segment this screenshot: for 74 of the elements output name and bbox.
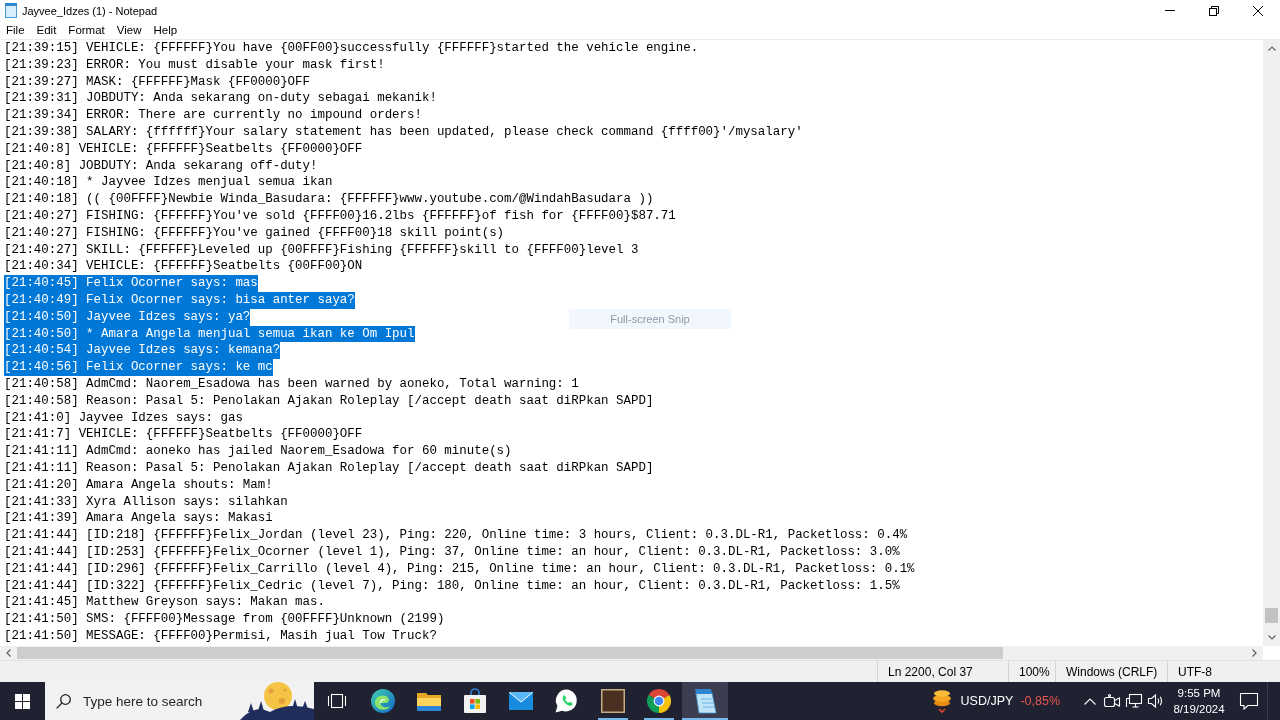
log-line: [21:39:15] VEHICLE: {FFFFFF}You have {00FF00}successfully {FFFFFF}started the vehicle engine. <box>4 40 699 57</box>
log-line: [21:41:0] Jayvee Idzes says: gas <box>4 409 243 427</box>
log-line: [21:41:20] Amara Angela shouts: Mam! <box>4 476 273 494</box>
log-line: [21:40:58] AdmCmd: Naorem_Esadowa has been warned by aoneko, Total warning: 1 <box>4 375 579 393</box>
menu-item[interactable]: Help <box>147 21 184 39</box>
menu-item[interactable]: Edit <box>30 21 63 39</box>
restore-icon[interactable] <box>1209 5 1219 16</box>
log-line: [21:40:27] FISHING: {FFFFFF}You've sold {FFFF00}16.2lbs {FFFFFF}of fish for {FFFF00}$87.71 <box>4 207 676 225</box>
chevron-down-icon[interactable] <box>1267 635 1276 640</box>
chevron-right-icon[interactable] <box>1252 649 1257 657</box>
zoom-level: 100% <box>1019 664 1050 679</box>
clock-time: 9:55 PM <box>1177 686 1221 700</box>
search-bar[interactable]: Type here to search <box>45 682 314 720</box>
price-change: -0,85% <box>1020 694 1060 708</box>
log-line: [21:41:39] Amara Angela says: Makasi <box>4 510 273 528</box>
swirl-icon[interactable] <box>371 689 395 713</box>
camera-icon[interactable] <box>1104 694 1120 708</box>
notepad-icon[interactable] <box>694 689 716 713</box>
chevron-left-icon[interactable] <box>6 649 11 657</box>
moon-landscape-icon <box>240 682 314 720</box>
phone-bubble-icon[interactable] <box>555 689 579 713</box>
close-icon[interactable] <box>1253 5 1263 16</box>
log-line: [21:39:27] MASK: {FFFFFF}Mask {FF0000}OFF <box>4 73 310 91</box>
task-view-icon[interactable] <box>328 693 346 709</box>
menu-item[interactable]: Format <box>62 21 111 39</box>
horizontal-scrollbar[interactable] <box>0 646 1263 660</box>
log-line: [21:40:8] JOBDUTY: Anda sekarang off-duty! <box>4 157 318 175</box>
log-line: [21:41:44] [ID:296] {FFFFFF}Felix_Carrillo (level 4), Ping: 215, Online time: an hour, Client: 0.3.DL-R1, Packetloss: 0.1% <box>4 560 915 578</box>
scrollbar-thumb[interactable] <box>17 647 1003 659</box>
vertical-scrollbar[interactable] <box>1263 40 1280 646</box>
log-line: [21:41:50] SMS: {FFFF00}Message from {00FFFF}Unknown (2199) <box>4 611 445 628</box>
log-line: [21:41:44] [ID:253] {FFFFFF}Felix_Ocorner (level 1), Ping: 37, Online time: an hour, Client: 0.3.DL-R1, Packetloss: 3.0% <box>4 543 900 561</box>
window-title: Jayvee_Idzes (1) - Notepad <box>22 4 158 17</box>
coin-stack-icon[interactable] <box>931 689 952 713</box>
log-line: [21:41:33] Xyra Allison says: silahkan <box>4 493 288 511</box>
scrollbar-thumb[interactable] <box>1265 608 1278 623</box>
search-icon <box>56 693 71 709</box>
log-line: [21:41:44] [ID:322] {FFFFFF}Felix_Cedric (level 7), Ping: 180, Online time: an hour, Client: 0.3.DL-R1, Packetloss: 1.5% <box>4 577 900 595</box>
log-line: [21:39:31] JOBDUTY: Anda sekarang on-duty sebagai mekanik! <box>4 90 437 108</box>
log-line: [21:40:27] SKILL: {FFFFFF}Leveled up {00FFFF}Fishing {FFFFFF}skill to {FFFF00}level 3 <box>4 241 639 259</box>
line-ending: Windows (CRLF) <box>1066 664 1158 679</box>
log-line: [21:41:7] VEHICLE: {FFFFFF}Seatbelts {FF0000}OFF <box>4 426 363 444</box>
menu-item[interactable]: View <box>110 21 148 39</box>
log-line: [21:40:8] VEHICLE: {FFFFFF}Seatbelts {FF0000}OFF <box>4 140 363 158</box>
log-line: [21:40:27] FISHING: {FFFFFF}You've gained {FFFF00}18 skill point(s) <box>4 224 505 242</box>
log-line: [21:40:18] (( {00FFFF}Newbie Winda_Basudara: {FFFFFF}www.youtube.com/@WindahBasudara )) <box>4 191 654 208</box>
picture-tile-icon[interactable] <box>601 689 625 713</box>
log-line: [21:41:44] [ID:218] {FFFFFF}Felix_Jordan (level 23), Ping: 220, Online time: 3 hours, Client: 0.3.DL-R1, Packetloss: 0.4% <box>4 527 908 544</box>
search-field[interactable]: Type here to search <box>83 690 233 712</box>
log-line: [21:41:45] Matthew Greyson says: Makan mas. <box>4 594 325 612</box>
taskbar-button[interactable] <box>682 682 728 720</box>
log-line: [21:39:38] SALARY: {ffffff}Your salary statement has been updated, please check command {ffff00}'/mysalary' <box>4 124 803 141</box>
windows-logo-icon <box>15 693 30 709</box>
log-line: [21:40:34] VEHICLE: {FFFFFF}Seatbelts {00FF00}ON <box>4 258 363 276</box>
shopping-bag-icon[interactable] <box>464 689 486 713</box>
log-line: [21:39:23] ERROR: You must disable your mask first! <box>4 56 385 74</box>
currency-pair: USD/JPY <box>960 694 1014 708</box>
log-line: [21:39:34] ERROR: There are currently no impound orders! <box>4 107 422 124</box>
encoding: UTF-8 <box>1178 664 1212 679</box>
cursor-position: Ln 2200, Col 37 <box>888 664 973 679</box>
notification-icon[interactable] <box>1240 692 1258 710</box>
log-line: [21:40:58] Reason: Pasal 5: Penolakan Ajakan Roleplay [/accept death saat diRPkan SAPD] <box>4 392 654 410</box>
menu-item[interactable]: File <box>0 21 31 39</box>
clock-date: 8/19/2024 <box>1173 702 1225 716</box>
log-line: [21:41:11] AdmCmd: aoneko has jailed Naorem_Esadowa for 60 minute(s) <box>4 443 512 460</box>
log-line: [21:40:18] * Jayvee Idzes menjual semua ikan <box>4 174 333 192</box>
notepad-icon <box>5 3 17 18</box>
speaker-icon[interactable] <box>1148 694 1164 708</box>
monitor-icon[interactable] <box>1126 694 1142 708</box>
folder-icon[interactable] <box>417 691 441 711</box>
log-line: [21:41:50] MESSAGE: {FFFF00}Permisi, Masih jual Tow Truck? <box>4 627 437 645</box>
snip-tooltip: Full-screen Snip <box>569 309 731 329</box>
tricolor-circle-icon[interactable] <box>647 689 671 713</box>
log-line: [21:41:11] Reason: Pasal 5: Penolakan Ajakan Roleplay [/accept death saat diRPkan SAPD] <box>4 459 654 477</box>
